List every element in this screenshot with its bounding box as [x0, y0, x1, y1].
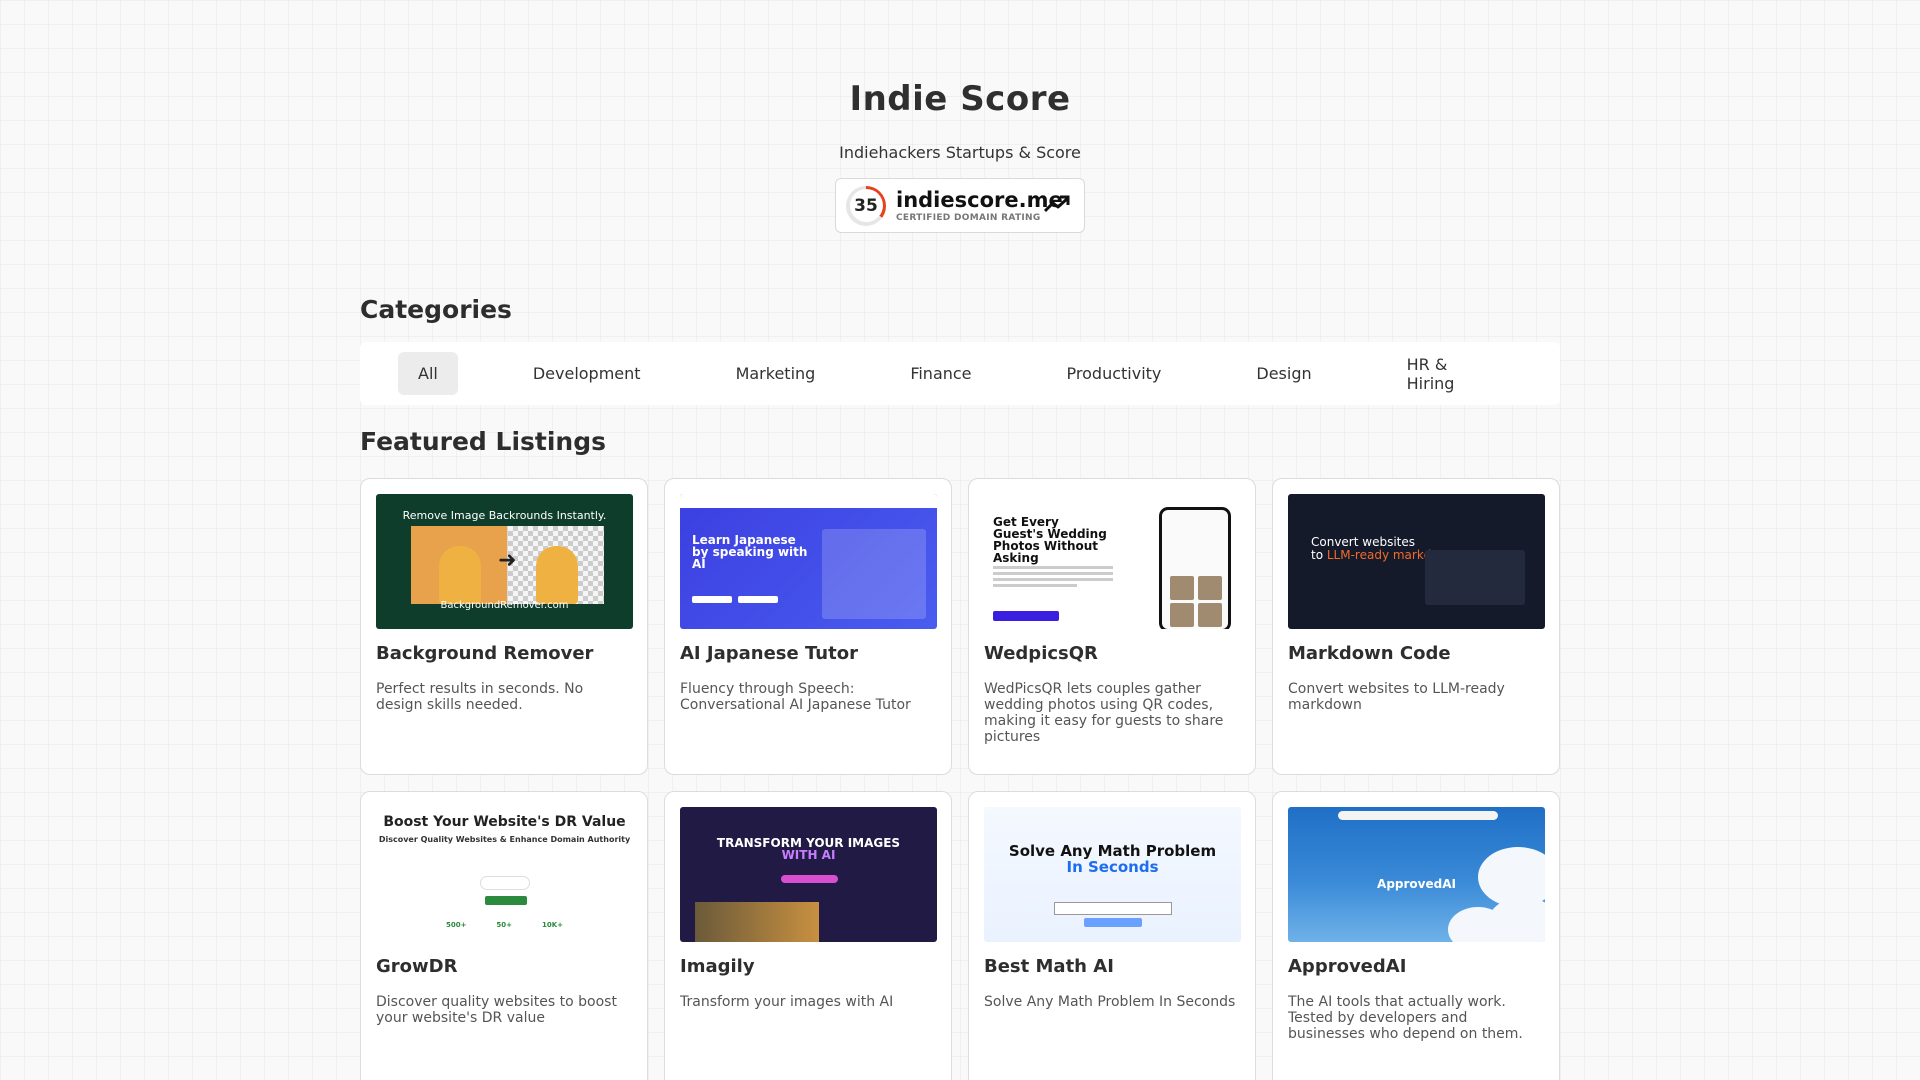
listing-title: GrowDR — [376, 956, 458, 977]
thumb-heading: Boost Your Website's DR Value — [383, 814, 626, 830]
listing-card[interactable]: TRANSFORM YOUR IMAGES WITH AI Imagily Tr… — [664, 791, 952, 1080]
site-title: Indie Score — [849, 79, 1071, 119]
page-header: Indie Score Indiehackers Startups & Scor… — [0, 0, 1920, 233]
listing-card[interactable]: Boost Your Website's DR Value Discover Q… — [360, 791, 648, 1080]
trending-up-icon — [1044, 195, 1070, 213]
listing-thumbnail: Convert websites to LLM-ready markdown — [1288, 494, 1545, 629]
listing-title: Best Math AI — [984, 956, 1114, 977]
main-content: Categories All Development Marketing Fin… — [360, 295, 1560, 1080]
listing-card[interactable]: Convert websites to LLM-ready markdown M… — [1272, 478, 1560, 775]
listing-thumbnail: Solve Any Math Problem In Seconds — [984, 807, 1241, 942]
site-subtitle: Indiehackers Startups & Score — [839, 143, 1081, 162]
listing-title: Markdown Code — [1288, 643, 1451, 664]
tab-all[interactable]: All — [398, 352, 458, 395]
categories-title: Categories — [360, 295, 512, 324]
listing-card[interactable]: Remove Image Backrounds Instantly. ➜ Bac… — [360, 478, 648, 775]
thumb-heading: ApprovedAI — [1377, 877, 1456, 891]
listing-card[interactable]: Get Every Guest's Wedding Photos Without… — [968, 478, 1256, 775]
tab-design[interactable]: Design — [1236, 352, 1331, 395]
tab-productivity[interactable]: Productivity — [1047, 352, 1182, 395]
badge-caption: CERTIFIED DOMAIN RATING — [896, 212, 1041, 223]
tab-hr-hiring[interactable]: HR & Hiring — [1387, 352, 1505, 395]
listing-description: Solve Any Math Problem In Seconds — [984, 994, 1236, 1010]
listing-description: WedPicsQR lets couples gather wedding ph… — [984, 681, 1224, 745]
listing-description: Convert websites to LLM-ready markdown — [1288, 681, 1505, 713]
listing-thumbnail: Remove Image Backrounds Instantly. ➜ Bac… — [376, 494, 633, 629]
thumb-caption: Remove Image Backrounds Instantly. — [402, 509, 607, 522]
category-tabs: All Development Marketing Finance Produc… — [360, 342, 1560, 405]
listing-title: ApprovedAI — [1288, 956, 1407, 977]
arrow-right-icon: ➜ — [498, 548, 517, 573]
listing-thumbnail: TRANSFORM YOUR IMAGES WITH AI — [680, 807, 937, 942]
featured-title: Featured Listings — [360, 427, 606, 456]
thumb-stat: 10K+ — [541, 921, 563, 929]
thumb-stat: 500+ — [445, 921, 467, 929]
listing-thumbnail: Get Every Guest's Wedding Photos Without… — [984, 494, 1241, 629]
listing-card[interactable]: Learn Japanese by speaking with AI AI Ja… — [664, 478, 952, 775]
tab-finance[interactable]: Finance — [890, 352, 991, 395]
listing-title: AI Japanese Tutor — [680, 643, 858, 664]
domain-rating-badge[interactable]: 35 indiescore.me CERTIFIED DOMAIN RATING — [835, 178, 1085, 233]
badge-domain: indiescore.me — [896, 187, 1063, 212]
listings-grid: Remove Image Backrounds Instantly. ➜ Bac… — [360, 478, 1560, 1080]
thumb-heading: TRANSFORM YOUR IMAGES WITH AI — [716, 836, 901, 862]
score-ring: 35 — [846, 185, 886, 226]
thumb-subheading: Discover Quality Websites & Enhance Doma… — [378, 835, 631, 844]
listing-title: Imagily — [680, 956, 755, 977]
listing-description: Fluency through Speech: Conversational A… — [680, 681, 911, 713]
listing-description: Perfect results in seconds. No design sk… — [376, 681, 584, 713]
thumb-heading: Solve Any Math Problem In Seconds — [1008, 842, 1217, 876]
thumb-heading: Learn Japanese by speaking with AI — [692, 533, 808, 571]
listing-description: Discover quality websites to boost your … — [376, 994, 617, 1026]
listing-card[interactable]: Solve Any Math Problem In Seconds Best M… — [968, 791, 1256, 1080]
listing-thumbnail: Learn Japanese by speaking with AI — [680, 494, 937, 629]
thumb-heading: Get Every Guest's Wedding Photos Without… — [993, 515, 1107, 565]
listing-thumbnail: ApprovedAI — [1288, 807, 1545, 942]
listing-title: Background Remover — [376, 643, 594, 664]
score-value: 35 — [849, 189, 883, 222]
tab-development[interactable]: Development — [513, 352, 661, 395]
listing-description: The AI tools that actually work. Tested … — [1288, 994, 1523, 1042]
listing-card[interactable]: ApprovedAI ApprovedAI The AI tools that … — [1272, 791, 1560, 1080]
thumb-footer: BackgroundRemover.com — [440, 600, 569, 611]
listing-description: Transform your images with AI — [680, 994, 894, 1010]
listing-thumbnail: Boost Your Website's DR Value Discover Q… — [376, 807, 633, 942]
listing-title: WedpicsQR — [984, 643, 1098, 664]
tab-marketing[interactable]: Marketing — [716, 352, 836, 395]
thumb-stat: 50+ — [496, 921, 513, 929]
